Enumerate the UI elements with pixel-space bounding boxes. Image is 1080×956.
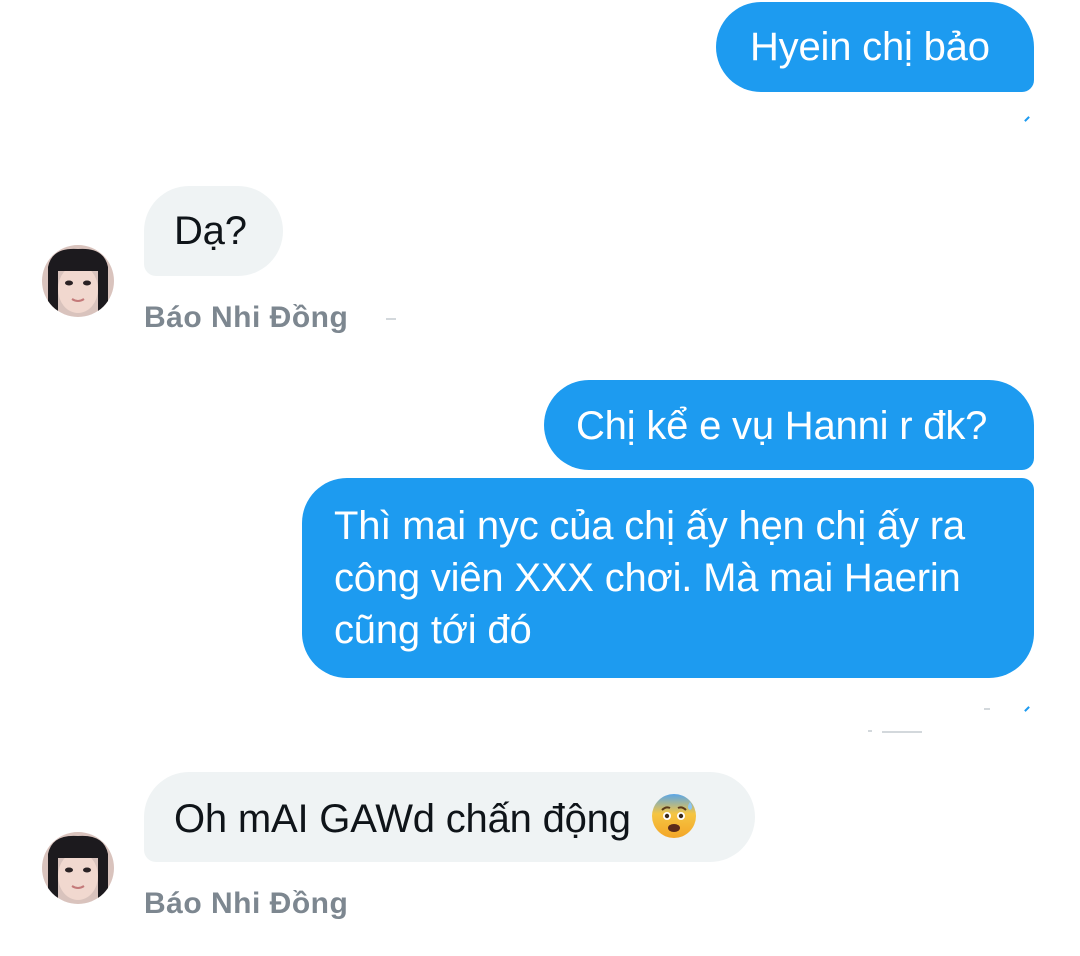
incoming-message-bubble[interactable]: Dạ? bbox=[144, 186, 283, 276]
timestamp-faint bbox=[984, 708, 990, 710]
message-text: Oh mAI GAWd chấn động bbox=[174, 797, 631, 841]
anxious-face-with-sweat-icon bbox=[650, 792, 698, 853]
message-text: Thì mai nyc của chị ấy hẹn chị ấy ra côn… bbox=[334, 504, 965, 652]
avatar-image bbox=[42, 832, 114, 904]
outgoing-message-bubble[interactable]: Hyein chị bảo bbox=[716, 2, 1034, 92]
incoming-message-bubble[interactable]: Oh mAI GAWd chấn động bbox=[144, 772, 755, 862]
read-receipt-icon bbox=[1024, 706, 1030, 712]
sender-avatar[interactable] bbox=[42, 832, 114, 904]
timestamp-faint bbox=[882, 731, 922, 733]
avatar-image bbox=[42, 245, 114, 317]
message-text: Hyein chị bảo bbox=[750, 25, 990, 69]
timestamp-faint bbox=[868, 730, 872, 732]
read-receipt-icon bbox=[1024, 116, 1030, 122]
timestamp-faint bbox=[386, 318, 396, 320]
message-text: Dạ? bbox=[174, 209, 247, 253]
sender-name[interactable]: Báo Nhi Đồng bbox=[144, 301, 348, 335]
outgoing-message-bubble[interactable]: Thì mai nyc của chị ấy hẹn chị ấy ra côn… bbox=[302, 478, 1034, 678]
message-text: Chị kể e vụ Hanni r đk? bbox=[576, 404, 988, 448]
outgoing-message-bubble[interactable]: Chị kể e vụ Hanni r đk? bbox=[544, 380, 1034, 470]
sender-name[interactable]: Báo Nhi Đồng bbox=[144, 887, 348, 921]
sender-avatar[interactable] bbox=[42, 245, 114, 317]
